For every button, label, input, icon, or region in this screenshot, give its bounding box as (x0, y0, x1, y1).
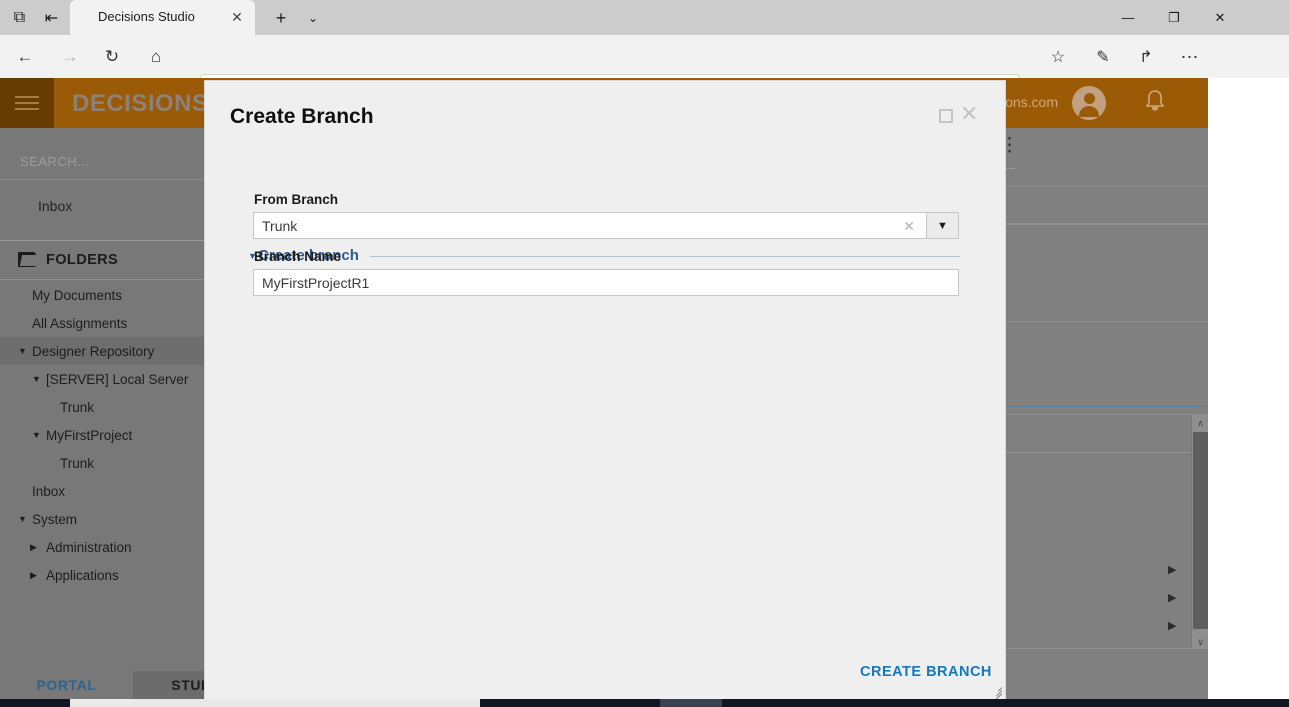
collections-icon[interactable]: ☆ (1040, 40, 1076, 74)
chevron-down-icon[interactable]: ▼ (32, 374, 41, 384)
search-field[interactable]: SEARCH... (0, 150, 205, 180)
sidebar-item-administration[interactable]: ▶ Administration (0, 533, 205, 561)
scroll-up-icon[interactable]: ∧ (1192, 415, 1208, 431)
branch-name-label: Branch Name (254, 249, 342, 264)
sidebar-item-label: System (32, 511, 78, 527)
brand-logo: DECISIONS (72, 90, 209, 117)
sidebar-item-trunk[interactable]: Trunk (0, 393, 205, 421)
chevron-down-icon[interactable]: ▼ (18, 514, 27, 524)
dialog-close-icon[interactable]: ✕ (960, 103, 978, 125)
sidebar-item-myfirstproject[interactable]: ▼ MyFirstProject (0, 421, 205, 449)
scroll-thumb[interactable] (1193, 432, 1208, 629)
more-icon[interactable]: ⋯ (1172, 40, 1208, 74)
sidebar-item-label: Trunk (60, 455, 95, 471)
sidebar-item-trunk[interactable]: Trunk (0, 449, 205, 477)
sidebar-item-label: Applications (46, 567, 119, 583)
browser-title-bar: ⧉ ⇤ Decisions Studio ✕ + ⌄ — ❐ ✕ (0, 0, 1289, 35)
page-right-gutter (1208, 78, 1289, 699)
from-branch-select[interactable]: Trunk ✕ ▼ (253, 212, 959, 239)
create-branch-button[interactable]: CREATE BRANCH (860, 664, 992, 680)
from-branch-value: Trunk (262, 218, 298, 234)
browser-tab-title: Decisions Studio (98, 9, 195, 24)
sidebar-item-label: Designer Repository (32, 343, 155, 359)
sidebar-item-all-assignments[interactable]: All Assignments (0, 309, 205, 337)
folder-icon (18, 252, 39, 267)
window-maximize-button[interactable]: ❐ (1151, 0, 1197, 35)
sidebar: SEARCH... Inbox FOLDERS My Documents All … (0, 128, 205, 699)
browser-tab[interactable]: Decisions Studio ✕ (70, 0, 255, 35)
sidebar-item-label: Trunk (60, 399, 95, 415)
from-branch-label: From Branch (254, 192, 339, 207)
home-icon[interactable]: ⌂ (139, 40, 173, 74)
tab-portal[interactable]: PORTAL (0, 671, 133, 699)
hamburger-icon (15, 96, 39, 110)
chevron-down-icon[interactable]: ▼ (32, 430, 41, 440)
sidebar-item-inbox[interactable]: Inbox (0, 477, 205, 505)
clear-icon[interactable]: ✕ (903, 218, 915, 235)
chevron-right-icon[interactable]: ▶ (30, 542, 37, 552)
sidebar-item-system[interactable]: ▼ System (0, 505, 205, 533)
folders-label: FOLDERS (46, 252, 119, 268)
chevron-down-icon[interactable]: ▼ (926, 213, 958, 238)
pen-icon[interactable]: ✎ (1085, 40, 1121, 74)
chevron-right-icon[interactable]: ▶ (30, 570, 37, 580)
expand-arrow-icon[interactable]: ▶ (1168, 591, 1176, 604)
browser-window: ⧉ ⇤ Decisions Studio ✕ + ⌄ — ❐ ✕ ← → ↻ ⌂… (0, 0, 1289, 702)
sidebar-item-designer-repository[interactable]: ▼ Designer Repository (0, 337, 205, 365)
os-taskbar (0, 699, 1289, 707)
resize-grip[interactable] (990, 684, 1003, 702)
menu-toggle-button[interactable] (0, 78, 54, 128)
create-branch-dialog: Create Branch ✕ ▼ Create branch From Bra… (205, 81, 1005, 702)
folders-section-header[interactable]: FOLDERS (0, 240, 205, 280)
sidebar-item-applications[interactable]: ▶ Applications (0, 561, 205, 586)
forward-icon[interactable]: → (53, 40, 87, 74)
sidebar-item-inbox-top[interactable]: Inbox (0, 190, 205, 228)
bell-icon[interactable] (1144, 89, 1166, 120)
browser-toolbar: ← → ↻ ⌂ ⓘ 192.168.0.23/decisions/Primary… (0, 35, 1289, 106)
window-close-button[interactable]: ✕ (1197, 0, 1243, 35)
close-icon[interactable]: ✕ (229, 9, 245, 25)
taskbar-segment (660, 699, 722, 707)
sidebar-item-label: MyFirstProject (46, 427, 133, 443)
sidebar-item-server-local-server[interactable]: ▼ [SERVER] Local Server (0, 365, 205, 393)
scroll-down-icon[interactable]: ∨ (1192, 634, 1208, 648)
bell-glyph (1145, 90, 1165, 111)
sidebar-item-label: All Assignments (32, 315, 128, 331)
sidebar-item-label: Inbox (38, 198, 73, 214)
back-icon[interactable]: ← (8, 40, 42, 74)
tab-preview-icon[interactable]: ⧉ (4, 0, 35, 35)
taskbar-segment (70, 699, 480, 707)
expand-arrow-icon[interactable]: ▶ (1168, 619, 1176, 632)
new-tab-button[interactable]: + (268, 5, 294, 31)
branch-name-value: MyFirstProjectR1 (262, 275, 370, 291)
reload-icon[interactable]: ↻ (95, 40, 129, 74)
sidebar-item-label: My Documents (32, 287, 123, 303)
chevron-down-icon[interactable]: ▼ (18, 346, 27, 356)
sidebar-item-my-documents[interactable]: My Documents (0, 281, 205, 309)
search-input-placeholder: SEARCH... (20, 154, 90, 169)
sidebar-item-label: Inbox (32, 483, 66, 499)
branch-name-field[interactable]: MyFirstProjectR1 (253, 269, 959, 296)
sidebar-item-label: [SERVER] Local Server (46, 371, 189, 387)
dialog-maximize-icon[interactable] (939, 109, 953, 123)
chevron-down-icon[interactable]: ⌄ (300, 5, 326, 31)
sidebar-item-label: Administration (46, 539, 132, 555)
folder-tree: My Documents All Assignments ▼ Designer Rep… (0, 281, 205, 586)
avatar[interactable] (1072, 86, 1106, 120)
collapse-tabs-icon[interactable]: ⇤ (36, 0, 67, 35)
create-branch-section-header[interactable]: ▼ Create branch (248, 247, 960, 265)
dialog-title: Create Branch (230, 105, 374, 128)
section-rule (370, 256, 960, 257)
window-minimize-button[interactable]: — (1105, 0, 1151, 35)
grid-scrollbar[interactable]: ∧ ∨ (1191, 415, 1208, 648)
share-icon[interactable]: ↱ (1128, 40, 1164, 74)
expand-arrow-icon[interactable]: ▶ (1168, 647, 1176, 648)
expand-arrow-icon[interactable]: ▶ (1168, 563, 1176, 576)
